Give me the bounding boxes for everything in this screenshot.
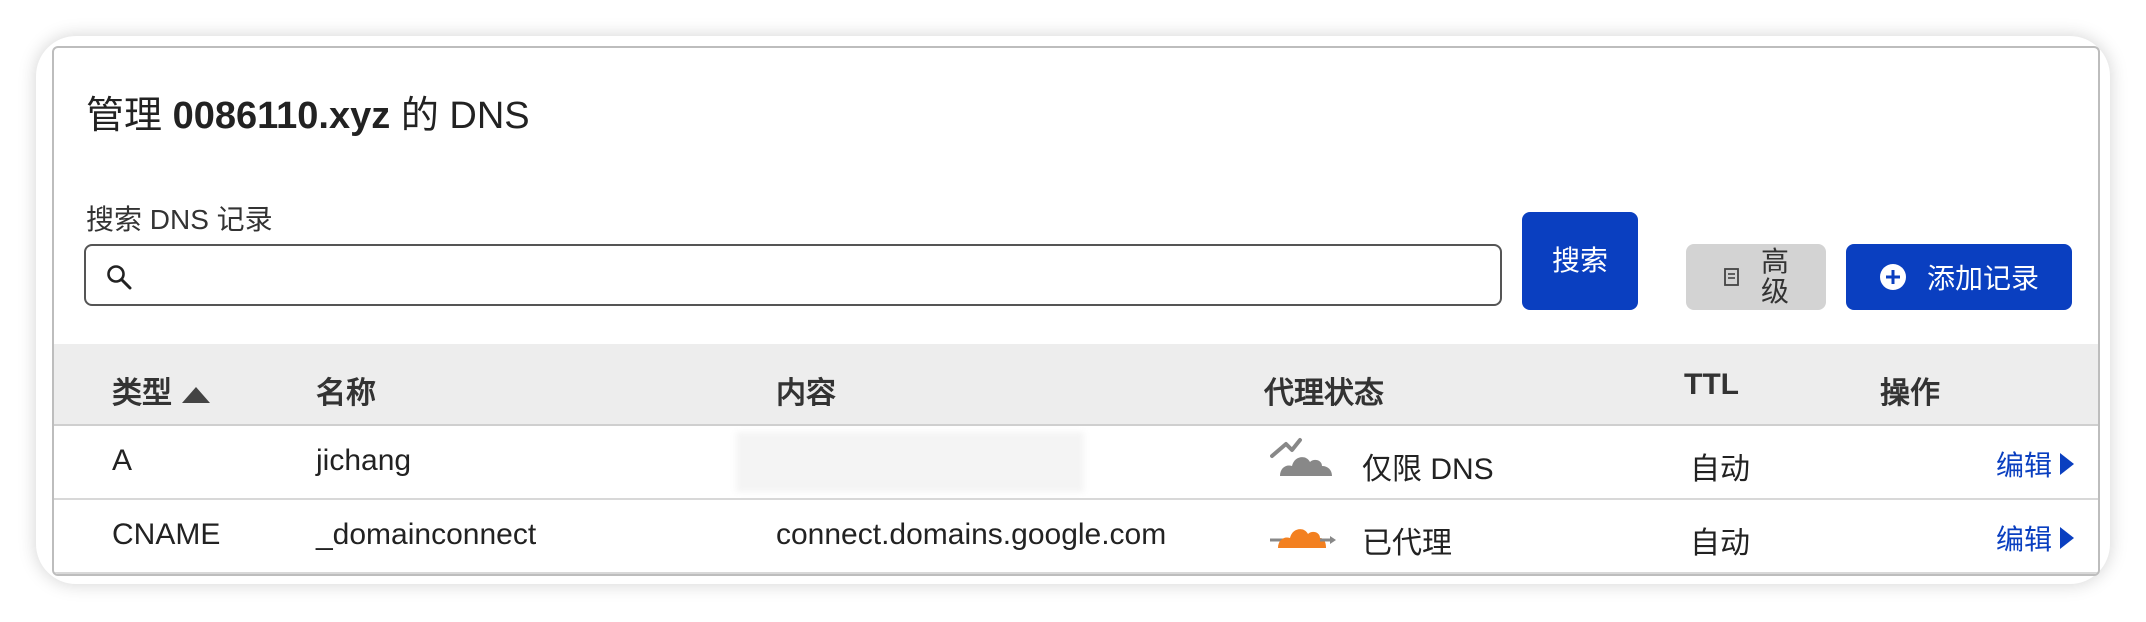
document-icon — [1724, 268, 1739, 286]
record-name: _domainconnect — [316, 518, 537, 551]
record-ttl: 自动 — [1690, 527, 1750, 560]
edit-link[interactable]: 编辑 — [1996, 444, 2074, 484]
dns-records-table: 类型 名称 内容 代理状态 TTL 操作 A jichang 仅限 DNS 自动… — [54, 344, 2098, 574]
column-actions: 操作 — [1880, 377, 1940, 410]
advanced-button[interactable]: 高级 — [1686, 244, 1826, 310]
add-record-label: 添加记录 — [1926, 263, 2039, 294]
title-suffix: 的 DNS — [400, 95, 530, 137]
caret-right-icon — [2060, 453, 2074, 475]
search-icon — [107, 265, 132, 290]
search-label: 搜索 DNS 记录 — [86, 204, 273, 235]
column-type[interactable]: 类型 — [112, 368, 210, 412]
record-ttl: 自动 — [1690, 453, 1750, 486]
column-ttl: TTL — [1684, 368, 1739, 401]
column-content: 内容 — [776, 377, 836, 410]
title-domain: 0086110.xyz — [172, 95, 391, 137]
search-button[interactable]: 搜索 — [1522, 212, 1638, 310]
table-header: 类型 名称 内容 代理状态 TTL 操作 — [54, 344, 2098, 426]
record-name: jichang — [316, 444, 412, 477]
plus-circle-icon — [1879, 264, 1906, 290]
proxied-cloud-icon — [1270, 529, 1336, 548]
table-row: A jichang 仅限 DNS 自动 编辑 — [54, 426, 2098, 500]
proxy-status-text: 已代理 — [1362, 527, 1452, 560]
dns-management-panel: 管理 0086110.xyz 的 DNS 搜索 DNS 记录 搜索 高级 添加记… — [52, 46, 2100, 576]
search-field[interactable] — [84, 244, 1502, 306]
add-record-button[interactable]: 添加记录 — [1846, 244, 2072, 310]
proxy-status-text: 仅限 DNS — [1362, 453, 1494, 486]
page-title: 管理 0086110.xyz 的 DNS — [86, 84, 530, 139]
table-row: CNAME _domainconnect connect.domains.goo… — [54, 500, 2098, 574]
search-button-label: 搜索 — [1552, 245, 1609, 276]
dns-only-cloud-icon — [1270, 438, 1332, 476]
edit-link[interactable]: 编辑 — [1996, 518, 2074, 558]
search-input[interactable] — [146, 254, 1490, 298]
column-name: 名称 — [316, 377, 376, 410]
record-content-redacted — [736, 432, 1084, 492]
record-type: A — [112, 444, 133, 477]
advanced-button-label: 高级 — [1760, 246, 1789, 307]
title-prefix: 管理 — [86, 95, 163, 137]
column-proxy-status: 代理状态 — [1264, 377, 1384, 410]
caret-right-icon — [2060, 527, 2074, 549]
record-content: connect.domains.google.com — [776, 518, 1167, 551]
record-type: CNAME — [112, 518, 221, 551]
sort-ascending-icon — [182, 387, 210, 404]
